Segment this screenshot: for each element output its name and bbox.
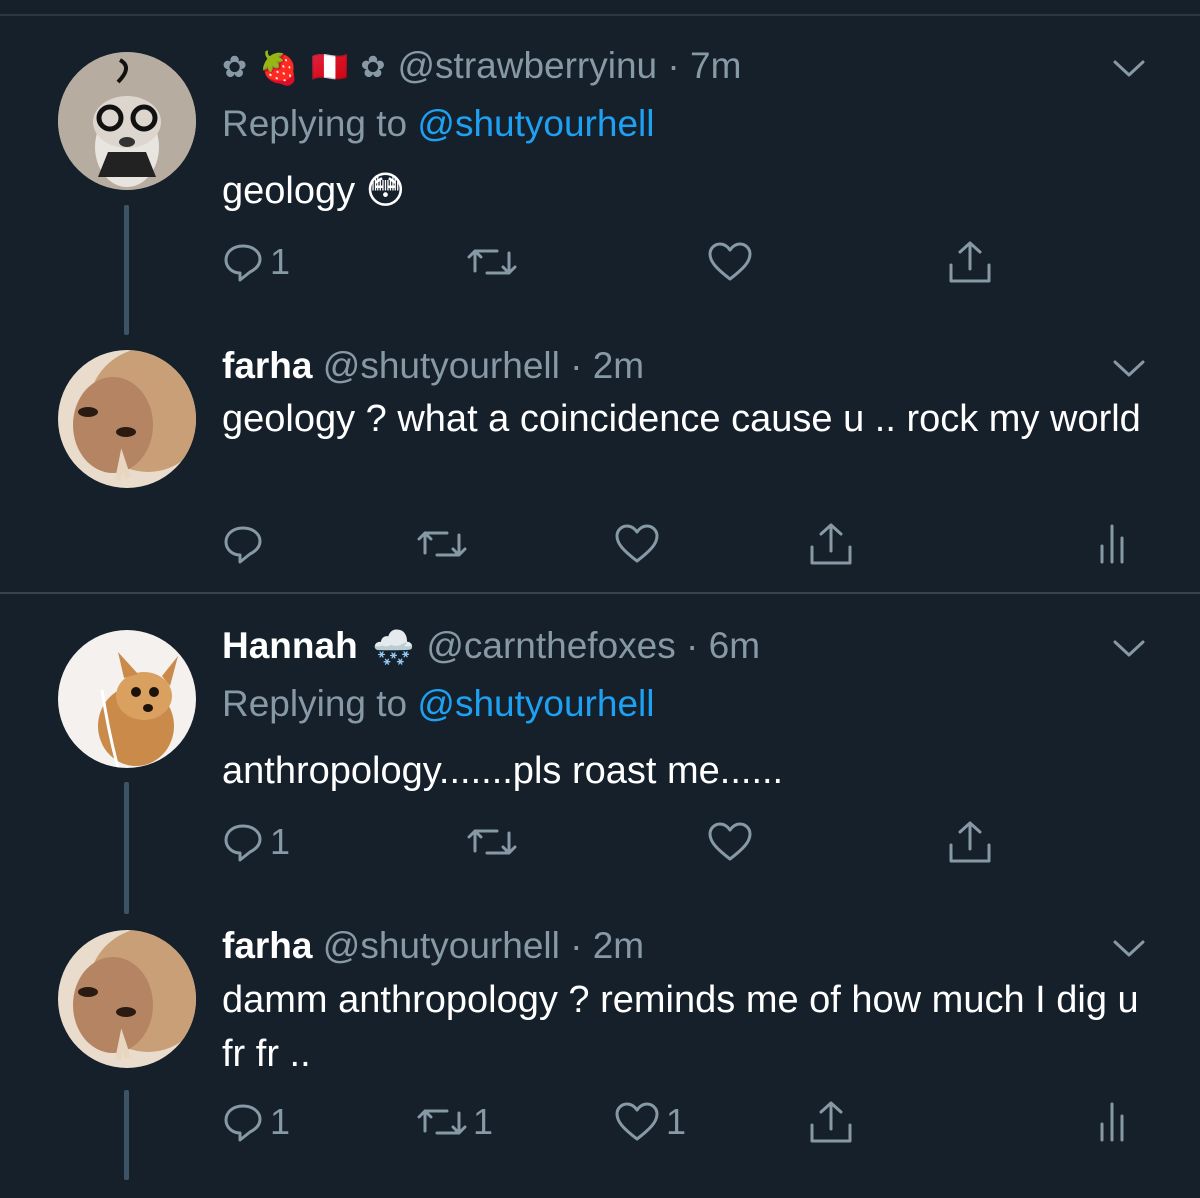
flag-emoji: 🇵🇪: [310, 51, 349, 85]
like-count: 1: [666, 1101, 687, 1142]
tweet-header: Hannah 🌨️ @carnthefoxes · 6m: [222, 624, 760, 670]
display-name[interactable]: Hannah: [222, 625, 358, 666]
thread-line: [124, 782, 129, 914]
avatar[interactable]: [58, 350, 196, 488]
retweet-button[interactable]: [467, 818, 517, 866]
timestamp[interactable]: 7m: [690, 45, 741, 86]
retweet-count: 1: [473, 1101, 494, 1142]
heart-icon: [708, 242, 752, 281]
separator: ·: [675, 625, 709, 666]
reply-button[interactable]: 1: [222, 1098, 290, 1146]
handle[interactable]: @shutyourhell: [323, 925, 560, 966]
strawberry-emoji: 🍓: [259, 50, 299, 87]
thread-line: [124, 205, 129, 335]
reply-icon: [224, 824, 262, 862]
tweet-actions: 1: [222, 238, 1142, 286]
separator: ·: [657, 45, 691, 86]
reply-button[interactable]: 1: [222, 818, 290, 866]
timestamp[interactable]: 2m: [593, 925, 644, 966]
analytics-button[interactable]: [1098, 520, 1132, 568]
reply-count: 1: [270, 241, 291, 282]
display-name[interactable]: farha: [222, 925, 312, 966]
share-icon: [810, 1101, 852, 1143]
avatar[interactable]: [58, 630, 196, 768]
avatar[interactable]: [58, 52, 196, 190]
retweet-button[interactable]: [467, 238, 517, 286]
replying-to: Replying to @shutyourhell: [222, 102, 654, 146]
tweet-actions: [222, 520, 1142, 568]
analytics-icon: [1100, 524, 1124, 564]
retweet-button[interactable]: [417, 520, 467, 568]
timeline: ✿ 🍓 🇵🇪 ✿ @strawberryinu · 7m Replying to @sh…: [0, 0, 1200, 1198]
replying-to: Replying to @shutyourhell: [222, 682, 654, 726]
chevron-down-icon[interactable]: [1112, 358, 1146, 380]
separator: ·: [559, 925, 593, 966]
like-button[interactable]: [707, 238, 753, 286]
share-button[interactable]: [808, 1098, 854, 1146]
snow-cloud-emoji: 🌨️: [371, 629, 415, 668]
replying-prefix: Replying to: [222, 683, 408, 724]
handle[interactable]: @shutyourhell: [323, 345, 560, 386]
reply-icon: [224, 1104, 262, 1142]
tweet-text: geology 😳: [222, 170, 406, 212]
timestamp[interactable]: 2m: [593, 345, 644, 386]
tweet-text: damm anthropology ? reminds me of how mu…: [222, 979, 1139, 1075]
chevron-down-icon[interactable]: [1112, 638, 1146, 660]
retweet-icon: [467, 249, 517, 275]
avatar[interactable]: [58, 930, 196, 1068]
handle[interactable]: @carnthefoxes: [426, 625, 675, 666]
chevron-down-icon[interactable]: [1112, 938, 1146, 960]
share-button[interactable]: [808, 520, 854, 568]
heart-icon: [708, 822, 752, 861]
handle[interactable]: @strawberryinu: [397, 45, 657, 86]
reply-count: 1: [270, 1101, 291, 1142]
tweet-actions: 1: [222, 818, 1142, 866]
heart-icon: [615, 1102, 659, 1141]
top-divider: [0, 14, 1200, 16]
reply-button[interactable]: 1: [222, 238, 290, 286]
heart-icon: [615, 524, 659, 563]
share-button[interactable]: [947, 818, 993, 866]
display-name[interactable]: farha: [222, 345, 312, 386]
reply-icon: [224, 244, 262, 282]
like-button[interactable]: [614, 520, 660, 568]
reply-count: 1: [270, 821, 291, 862]
separator: ·: [559, 345, 593, 386]
replying-prefix: Replying to: [222, 103, 408, 144]
tweet-header: farha @shutyourhell · 2m: [222, 924, 644, 968]
name-emoji: ✿: [360, 51, 386, 85]
share-button[interactable]: [947, 238, 993, 286]
reply-icon: [224, 526, 262, 564]
retweet-button[interactable]: 1: [417, 1098, 493, 1146]
analytics-icon: [1100, 1102, 1124, 1142]
share-icon: [949, 821, 991, 863]
like-button[interactable]: 1: [614, 1098, 686, 1146]
analytics-button[interactable]: [1098, 1098, 1132, 1146]
mention-link[interactable]: @shutyourhell: [417, 103, 654, 144]
share-icon: [949, 241, 991, 283]
reply-button[interactable]: [222, 520, 264, 568]
share-icon: [810, 523, 852, 565]
thread-line: [124, 1090, 129, 1180]
like-button[interactable]: [707, 818, 753, 866]
retweet-icon: [417, 1109, 467, 1135]
tweet-text: geology ? what a coincidence cause u .. …: [222, 398, 1141, 440]
chevron-down-icon[interactable]: [1112, 58, 1146, 80]
conversation-divider: [0, 592, 1200, 594]
tweet-text: anthropology.......pls roast me......: [222, 750, 784, 792]
tweet-header: farha @shutyourhell · 2m: [222, 344, 644, 388]
retweet-icon: [467, 829, 517, 855]
retweet-icon: [417, 531, 467, 557]
tweet-actions: 1 1 1: [222, 1098, 1142, 1146]
timestamp[interactable]: 6m: [709, 625, 760, 666]
mention-link[interactable]: @shutyourhell: [417, 683, 654, 724]
tweet-header: ✿ 🍓 🇵🇪 ✿ @strawberryinu · 7m: [222, 44, 741, 90]
name-emoji: ✿: [222, 51, 248, 85]
